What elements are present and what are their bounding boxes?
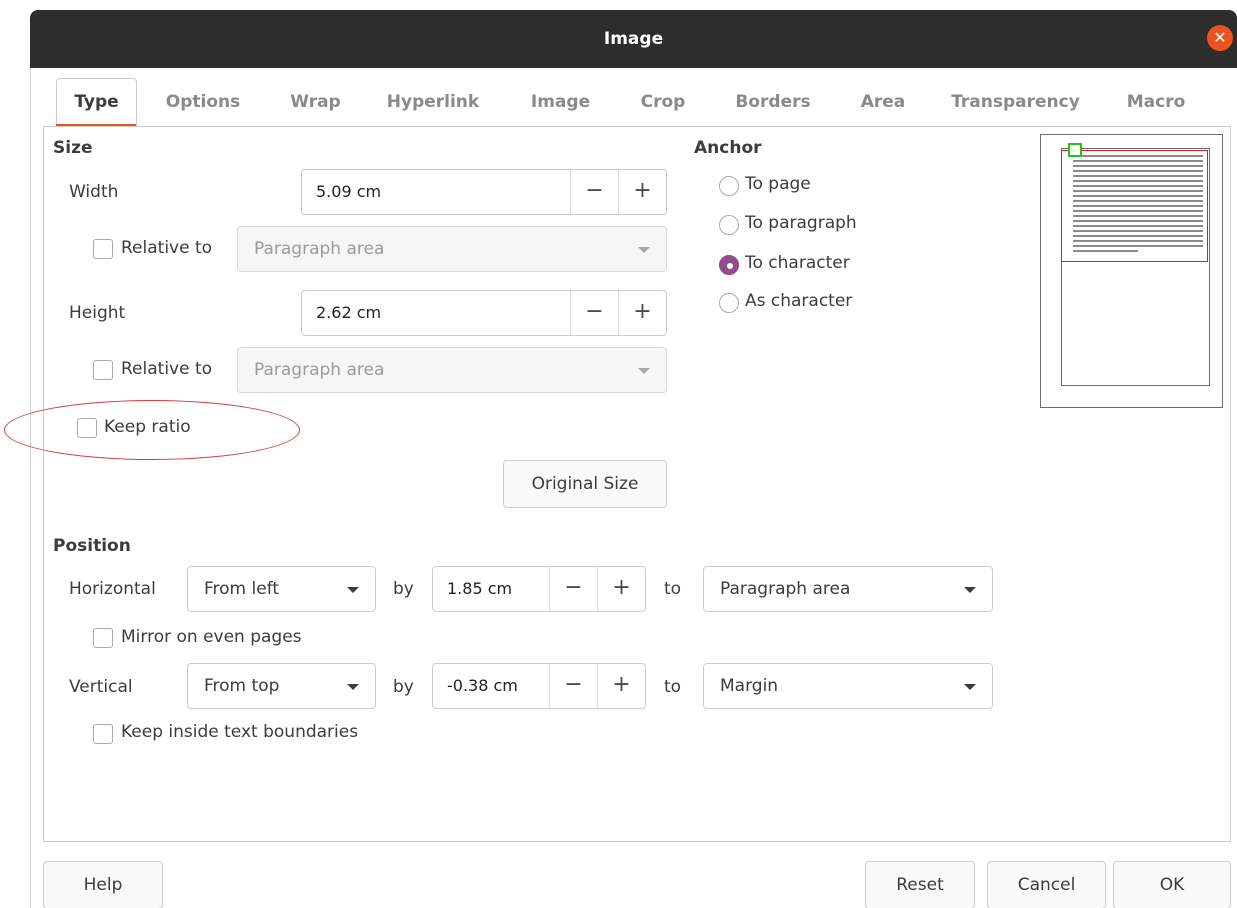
width-relative-dropdown[interactable]: Paragraph area [237, 226, 667, 272]
reset-button[interactable]: Reset [865, 861, 975, 908]
height-value[interactable]: 2.62 cm [316, 291, 381, 335]
tab-area[interactable]: Area [848, 78, 918, 126]
height-relative-dropdown[interactable]: Paragraph area [237, 347, 667, 393]
cancel-button[interactable]: Cancel [987, 861, 1106, 908]
vertical-decrement-button[interactable]: − [549, 664, 597, 708]
vertical-to-value: Margin [720, 676, 779, 696]
height-relative-label: Relative to [121, 359, 213, 379]
horizontal-value: From left [204, 579, 280, 599]
vertical-by-spinbox[interactable]: -0.38 cm − + [432, 663, 646, 709]
width-relative-checkbox[interactable] [93, 239, 113, 259]
tab-type[interactable]: Type [56, 78, 137, 126]
anchor-to-character-label: To character [745, 253, 850, 273]
height-spinbox[interactable]: 2.62 cm − + [301, 290, 667, 336]
tab-image[interactable]: Image [518, 78, 603, 126]
height-increment-button[interactable]: + [618, 291, 666, 335]
horizontal-by-spinbox[interactable]: 1.85 cm − + [432, 566, 646, 612]
chevron-down-icon [347, 684, 359, 690]
chevron-down-icon [347, 587, 359, 593]
mirror-label: Mirror on even pages [121, 627, 302, 647]
original-size-button[interactable]: Original Size [503, 460, 667, 508]
vertical-to-dropdown[interactable]: Margin [703, 663, 993, 709]
vertical-increment-button[interactable]: + [597, 664, 645, 708]
horizontal-increment-button[interactable]: + [597, 567, 645, 611]
mirror-checkbox[interactable] [93, 628, 113, 648]
vertical-dropdown[interactable]: From top [187, 663, 376, 709]
height-relative-checkbox[interactable] [93, 360, 113, 380]
vertical-by-label: by [393, 677, 414, 697]
horizontal-by-value[interactable]: 1.85 cm [447, 567, 512, 611]
width-decrement-button[interactable]: − [570, 170, 618, 214]
chevron-down-icon [964, 587, 976, 593]
width-increment-button[interactable]: + [618, 170, 666, 214]
chevron-down-icon [964, 684, 976, 690]
vertical-by-value[interactable]: -0.38 cm [447, 664, 518, 708]
horizontal-to-dropdown[interactable]: Paragraph area [703, 566, 993, 612]
width-spinbox[interactable]: 5.09 cm − + [301, 169, 667, 215]
ok-button[interactable]: OK [1113, 861, 1231, 908]
width-relative-value: Paragraph area [254, 239, 385, 259]
anchor-as-character-radio[interactable] [719, 293, 739, 313]
chevron-down-icon [638, 368, 650, 374]
annotation-ellipse [4, 400, 300, 460]
size-section-title: Size [53, 138, 93, 158]
chevron-down-icon [638, 247, 650, 253]
width-relative-label: Relative to [121, 238, 213, 258]
width-value[interactable]: 5.09 cm [316, 170, 381, 214]
close-icon[interactable]: ✕ [1207, 25, 1233, 51]
vertical-value: From top [204, 676, 280, 696]
keep-inside-checkbox[interactable] [93, 724, 113, 744]
height-decrement-button[interactable]: − [570, 291, 618, 335]
horizontal-dropdown[interactable]: From left [187, 566, 376, 612]
anchor-to-character-radio[interactable] [719, 255, 739, 275]
vertical-to-label: to [664, 677, 682, 697]
horizontal-label: Horizontal [69, 579, 156, 599]
keep-inside-label: Keep inside text boundaries [121, 722, 359, 742]
anchor-to-paragraph-radio[interactable] [719, 215, 739, 235]
window-title: Image [603, 29, 664, 49]
vertical-label: Vertical [69, 677, 133, 697]
horizontal-to-label: to [664, 579, 682, 599]
tab-macro[interactable]: Macro [1111, 78, 1201, 126]
title-bar: Image ✕ [30, 10, 1237, 68]
horizontal-decrement-button[interactable]: − [549, 567, 597, 611]
tab-crop[interactable]: Crop [628, 78, 698, 126]
anchor-marker-icon [1068, 143, 1082, 157]
height-label: Height [69, 303, 126, 323]
horizontal-to-value: Paragraph area [720, 579, 851, 599]
height-relative-value: Paragraph area [254, 360, 385, 380]
anchor-as-character-label: As character [745, 291, 853, 311]
help-button[interactable]: Help [43, 861, 163, 908]
position-section-title: Position [53, 536, 131, 556]
tab-hyperlink[interactable]: Hyperlink [378, 78, 488, 126]
tab-borders[interactable]: Borders [723, 78, 823, 126]
horizontal-by-label: by [393, 579, 414, 599]
tab-wrap[interactable]: Wrap [278, 78, 353, 126]
tab-transparency[interactable]: Transparency [943, 78, 1088, 126]
anchor-to-paragraph-label: To paragraph [745, 213, 857, 233]
tab-options[interactable]: Options [153, 78, 253, 126]
width-label: Width [69, 182, 119, 202]
anchor-section-title: Anchor [694, 138, 762, 158]
tab-bar: Type Options Wrap Hyperlink Image Crop B… [43, 68, 1231, 128]
preview-image-frame [1061, 150, 1208, 262]
anchor-to-page-radio[interactable] [719, 176, 739, 196]
anchor-to-page-label: To page [745, 174, 811, 194]
